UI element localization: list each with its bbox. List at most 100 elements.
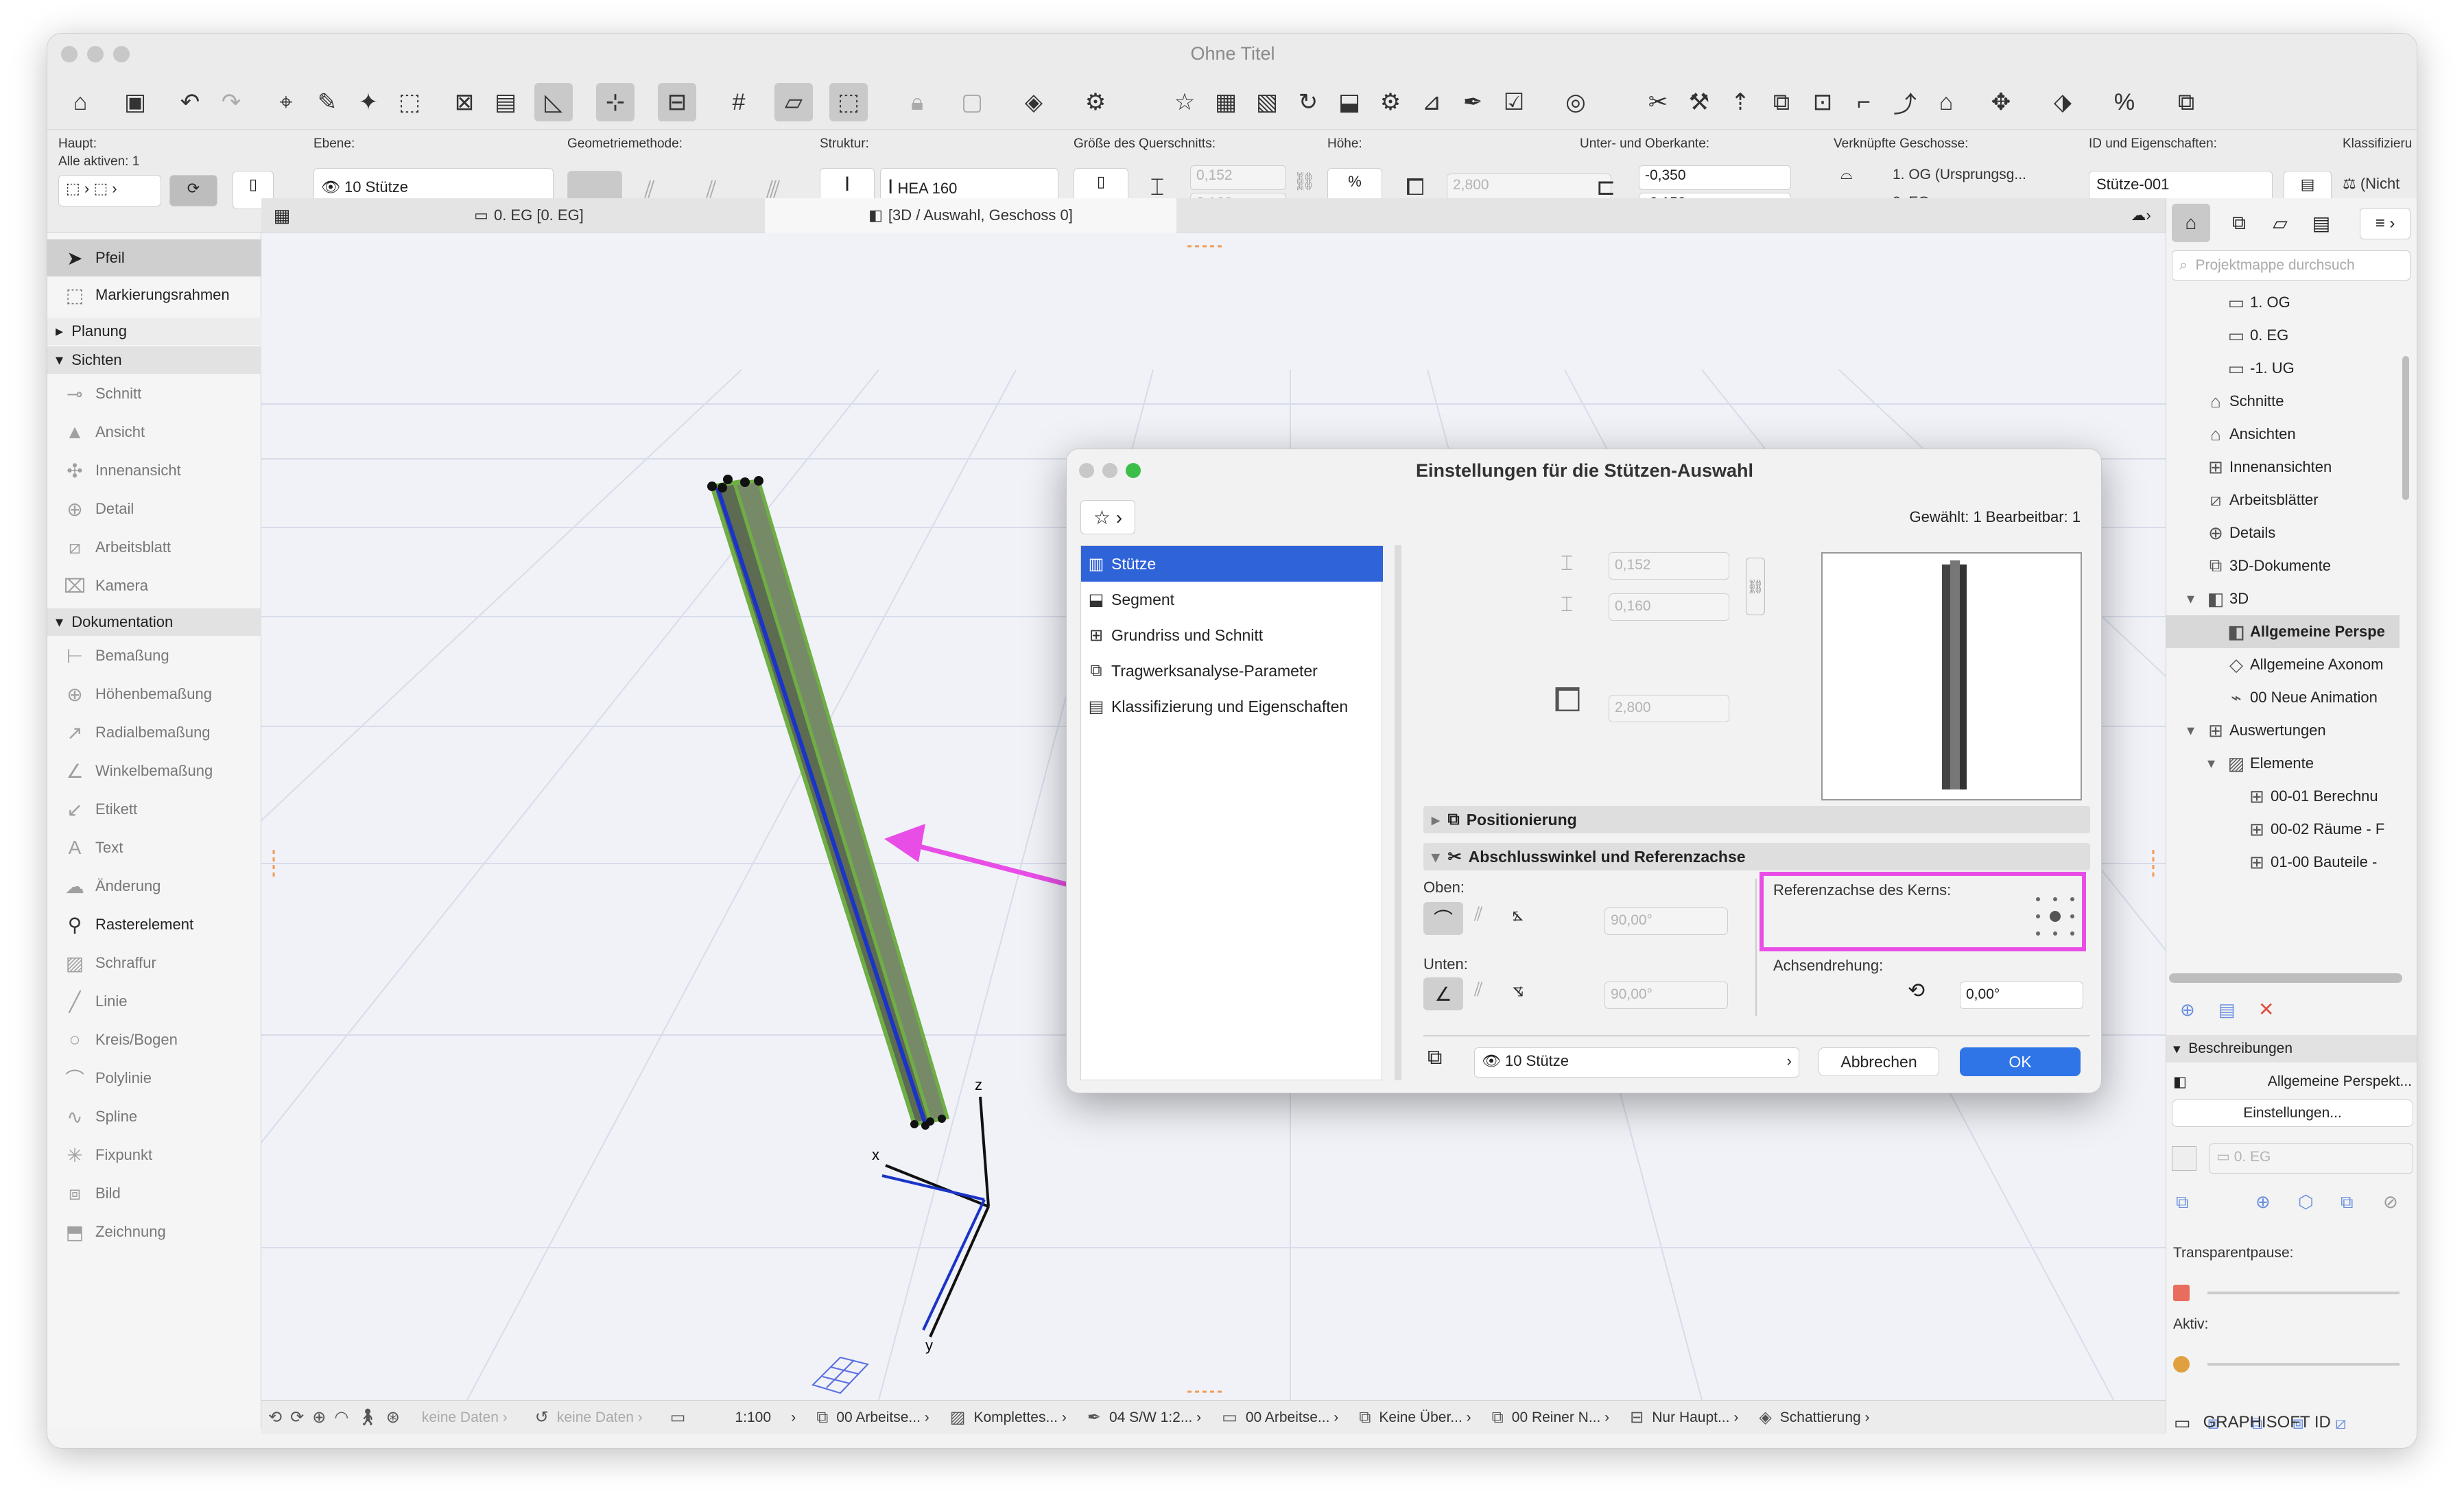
tree-disclosure-icon[interactable]: ▾ — [2187, 590, 2202, 608]
project-search-input[interactable]: ⌕ Projektmappe durchsuch — [2172, 250, 2410, 281]
renovation-icon[interactable]: ▤ — [486, 83, 525, 121]
dialog-link-icon[interactable]: ⛓ — [1746, 558, 1765, 615]
clone-icon[interactable]: ⧉ — [2176, 1191, 2189, 1213]
mirror-icon[interactable]: ⧉ — [1762, 83, 1801, 121]
tree-item[interactable]: ⌂ Schnitte — [2166, 385, 2400, 418]
tree-h-scrollbar[interactable] — [2169, 973, 2402, 983]
tool-rasterelement[interactable]: ⚲ Rasterelement — [47, 906, 261, 943]
tool-kamera[interactable]: ⌧ Kamera — [47, 567, 261, 604]
redo-icon[interactable]: ↷ — [212, 83, 250, 121]
tool-polylinie[interactable]: ⌒ Polylinie — [47, 1060, 261, 1097]
view-option-c-icon[interactable]: ⧉ — [2341, 1191, 2354, 1213]
roof-icon[interactable]: ◎ — [1556, 83, 1595, 121]
offset-icon[interactable]: ⌐ — [1845, 83, 1883, 121]
bottom-slanted-icon[interactable]: ⫽ — [1474, 979, 1483, 1001]
tool-aenderung[interactable]: ☁ Änderung — [47, 868, 261, 905]
tree-item[interactable]: ⊕ Details — [2166, 516, 2400, 549]
page-stuetze[interactable]: ▥ Stütze — [1081, 546, 1383, 582]
save-icon[interactable]: ▣ — [116, 83, 154, 121]
rotation-field[interactable]: 0,00° — [1960, 982, 2083, 1009]
tool-radialbemassung[interactable]: ↗ Radialbemaßung — [47, 714, 261, 751]
top-slanted-icon[interactable]: ⫽ — [1474, 903, 1483, 926]
section-planung[interactable]: ▸ Planung — [47, 318, 261, 345]
grid-snap-icon[interactable]: # — [720, 83, 758, 121]
favorites-button[interactable]: ☆ › — [1080, 500, 1135, 534]
status-shading[interactable]: ◈ Schattierung › — [1759, 1407, 1869, 1427]
graphisoft-id[interactable]: ▭ GRAPHISOFT ID — [2174, 1405, 2417, 1440]
layer-plane-icon[interactable]: ▱ — [774, 83, 813, 121]
3d-window-icon[interactable]: ◈ — [1015, 83, 1053, 121]
tree-item[interactable]: ◇ Allgemeine Axonom — [2166, 648, 2400, 681]
status-nodata-2[interactable]: ↺ keine Daten › — [535, 1407, 643, 1427]
tool-bemassung[interactable]: ⊢ Bemaßung — [47, 637, 261, 674]
tool-winkelbemassung[interactable]: ∠ Winkelbemaßung — [47, 752, 261, 789]
dialog-width-field[interactable]: 0,152 — [1609, 552, 1729, 580]
dialog-height-field[interactable]: 2,800 — [1609, 695, 1729, 722]
cancel-button[interactable]: Abbrechen — [1819, 1047, 1939, 1076]
undo-icon[interactable]: ↶ — [171, 83, 209, 121]
tool-detail[interactable]: ⊕ Detail — [47, 490, 261, 527]
top-perpendicular-icon[interactable]: ⌒ — [1423, 902, 1463, 935]
status-reno[interactable]: ⧉ 00 Reiner N... › — [1492, 1408, 1610, 1427]
view-settings-icon[interactable]: ▤ — [2218, 999, 2236, 1021]
view-map-icon[interactable]: ⧉ — [2220, 204, 2258, 242]
bottom-custom-angle-icon[interactable]: ⦪ — [1513, 979, 1524, 1001]
status-nodata-1[interactable]: keine Daten › — [422, 1410, 508, 1426]
tool-markierungsrahmen[interactable]: ⬚ Markierungsrahmen — [47, 276, 261, 313]
pen-icon[interactable]: ✒ — [1454, 83, 1492, 121]
section-sichten[interactable]: ▾ Sichten — [47, 346, 261, 374]
layout-book-icon[interactable]: ▱ — [2261, 204, 2299, 242]
status-layers[interactable]: ⧉ 00 Arbeitse... › — [816, 1408, 929, 1427]
view-option-d-icon[interactable]: ⊘ — [2383, 1191, 2398, 1213]
status-pen[interactable]: ✒ 04 S/W 1:2... › — [1087, 1407, 1201, 1427]
classification-value[interactable]: ⚖ (Nicht — [2343, 175, 2400, 193]
status-scale[interactable]: ▭ 1:100 › — [670, 1407, 796, 1427]
tree-item[interactable]: ⊞ 00-02 Räume - F — [2166, 813, 2400, 846]
page-grundriss[interactable]: ⊞ Grundriss und Schnitt — [1081, 617, 1383, 653]
page-klassifizierung[interactable]: ▤ Klassifizierung und Eigenschaften — [1081, 689, 1383, 724]
width-field[interactable]: 0,152 — [1190, 165, 1286, 190]
tree-item[interactable]: ⧄ Arbeitsblätter — [2166, 484, 2400, 516]
tool-zeichnung[interactable]: ⬒ Zeichnung — [47, 1213, 261, 1250]
page-segment[interactable]: ⬓ Segment — [1081, 582, 1383, 617]
fill-icon[interactable]: ▢ — [953, 83, 991, 121]
pick-up-icon[interactable]: ⌖ — [267, 83, 305, 121]
section-positionierung[interactable]: ▸ ⧉ Positionierung — [1423, 806, 2090, 833]
tree-item[interactable]: ⌂ Ansichten — [2166, 418, 2400, 451]
status-structure[interactable]: ▨ Komplettes... › — [950, 1407, 1067, 1427]
syringe-icon[interactable]: ✎ — [308, 83, 346, 121]
tree-item[interactable]: ▾ ⊞ Auswertungen — [2166, 714, 2400, 747]
tool-schraffur[interactable]: ▨ Schraffur — [47, 944, 261, 982]
section-abschluss[interactable]: ▾ ✂ Abschlusswinkel und Referenzachse — [1423, 843, 2090, 870]
scan-icon[interactable]: ⟳ — [169, 175, 217, 206]
wall-icon[interactable]: ☑ — [1495, 83, 1533, 121]
section-beschreibungen[interactable]: ▾ Beschreibungen — [2166, 1035, 2417, 1062]
magic-wand-icon[interactable]: ✦ — [349, 83, 388, 121]
dialog-depth-field[interactable]: 0,160 — [1609, 593, 1729, 621]
add-view-icon[interactable]: ⊕ — [2180, 999, 2195, 1021]
project-map-icon[interactable]: ⌂ — [2172, 204, 2210, 242]
elevate-icon[interactable]: ⇡ — [1721, 83, 1760, 121]
tree-item[interactable]: ▭ 0. EG — [2166, 319, 2400, 352]
guide-lines-icon[interactable]: ⊹ — [596, 83, 635, 121]
tool-etikett[interactable]: ↙ Etikett — [47, 791, 261, 828]
top-angle-field[interactable]: 90,00° — [1604, 907, 1728, 935]
navigator-menu-icon[interactable]: ≡ › — [2360, 208, 2410, 239]
top-offset-field[interactable]: -0,350 — [1639, 165, 1791, 190]
tree-item[interactable]: ▭ 1. OG — [2166, 286, 2400, 319]
cut-icon[interactable]: ✂ — [1639, 83, 1677, 121]
tool-hoehenbemassung[interactable]: ⊕ Höhenbemaßung — [47, 676, 261, 713]
view-options-icon[interactable]: ☁› — [2120, 198, 2161, 233]
selection-filter[interactable]: ⬚ › ⬚ › — [58, 175, 161, 206]
dialog-splitter[interactable] — [1395, 545, 1401, 1080]
favorites-star-icon[interactable]: ☆ — [1165, 83, 1204, 121]
tab-grid-icon[interactable]: ▦ — [261, 198, 303, 233]
tree-item[interactable]: ⌁ 00 Neue Animation — [2166, 681, 2400, 714]
story-selector[interactable]: ▭ 0. EG — [2209, 1143, 2413, 1174]
layers-icon[interactable]: ⧉ — [2167, 83, 2205, 121]
tool-fixpunkt[interactable]: ✳ Fixpunkt — [47, 1137, 261, 1174]
view-option-a-icon[interactable]: ⊕ — [2255, 1191, 2271, 1213]
tool-bild[interactable]: ⧈ Bild — [47, 1175, 261, 1212]
status-model[interactable]: ▭ 00 Arbeitse... › — [1222, 1407, 1338, 1427]
top-story-value[interactable]: 1. OG (Ursprungsg... — [1893, 167, 2105, 183]
